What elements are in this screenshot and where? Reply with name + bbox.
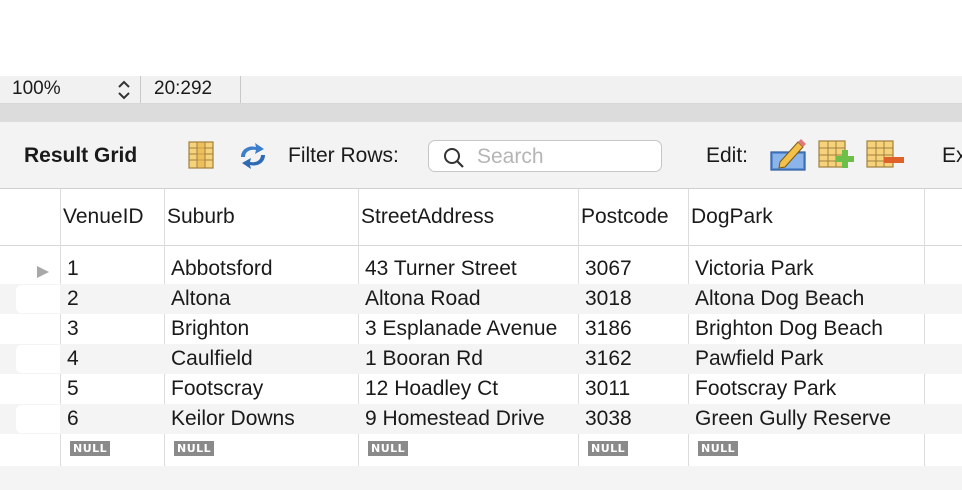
row-header[interactable] bbox=[16, 345, 60, 373]
cell-postcode[interactable]: 3038 bbox=[585, 407, 632, 431]
grid-header-row: VenueID Suburb StreetAddress Postcode Do… bbox=[0, 189, 962, 246]
column-header-postcode[interactable]: Postcode bbox=[581, 205, 669, 229]
cell-venueid[interactable]: 1 bbox=[67, 257, 79, 281]
cell-postcode[interactable]: 3018 bbox=[585, 287, 632, 311]
row-header bbox=[16, 467, 60, 490]
null-badge[interactable]: NULL bbox=[368, 441, 409, 456]
zoom-level[interactable]: 100% bbox=[12, 78, 61, 100]
table-row[interactable]: 5 Footscray 12 Hoadley Ct 3011 Footscray… bbox=[0, 374, 962, 404]
empty-row bbox=[0, 466, 962, 490]
null-badge[interactable]: NULL bbox=[174, 441, 215, 456]
cell-streetaddress[interactable]: 9 Homestead Drive bbox=[365, 407, 545, 431]
null-badge[interactable]: NULL bbox=[70, 441, 111, 456]
new-row[interactable]: NULL NULL NULL NULL NULL bbox=[0, 434, 962, 464]
cell-dogpark[interactable]: Victoria Park bbox=[695, 257, 814, 281]
cell-postcode[interactable]: 3067 bbox=[585, 257, 632, 281]
null-badge[interactable]: NULL bbox=[588, 441, 629, 456]
table-row[interactable]: 4 Caulfield 1 Booran Rd 3162 Pawfield Pa… bbox=[0, 344, 962, 374]
status-divider bbox=[140, 76, 141, 103]
editor-area[interactable] bbox=[0, 0, 962, 76]
cell-venueid[interactable]: 6 bbox=[67, 407, 79, 431]
status-divider bbox=[240, 76, 241, 103]
cell-dogpark[interactable]: Pawfield Park bbox=[695, 347, 823, 371]
cell-dogpark[interactable]: Brighton Dog Beach bbox=[695, 317, 883, 341]
result-grid: VenueID Suburb StreetAddress Postcode Do… bbox=[0, 189, 962, 490]
cell-suburb[interactable]: Altona bbox=[171, 287, 231, 311]
row-pointer-icon bbox=[36, 261, 50, 285]
cell-postcode[interactable]: 3011 bbox=[585, 377, 630, 401]
cell-suburb[interactable]: Footscray bbox=[171, 377, 263, 401]
cell-venueid[interactable]: 3 bbox=[67, 317, 79, 341]
cell-dogpark[interactable]: Footscray Park bbox=[695, 377, 836, 401]
table-row[interactable]: 6 Keilor Downs 9 Homestead Drive 3038 Gr… bbox=[0, 404, 962, 434]
cell-streetaddress[interactable]: 12 Hoadley Ct bbox=[365, 377, 498, 401]
column-header-streetaddress[interactable]: StreetAddress bbox=[361, 205, 494, 229]
cell-suburb[interactable]: Keilor Downs bbox=[171, 407, 295, 431]
cell-venueid[interactable]: 2 bbox=[67, 287, 79, 311]
cell-postcode[interactable]: 3162 bbox=[585, 347, 632, 371]
search-input[interactable] bbox=[475, 144, 659, 170]
row-header[interactable] bbox=[16, 375, 60, 403]
result-grid-icon[interactable] bbox=[188, 141, 214, 175]
row-header[interactable] bbox=[16, 405, 60, 433]
delete-row-icon[interactable] bbox=[866, 140, 904, 176]
cell-streetaddress[interactable]: 3 Esplanade Avenue bbox=[365, 317, 557, 341]
cell-streetaddress[interactable]: 1 Booran Rd bbox=[365, 347, 483, 371]
refresh-icon[interactable] bbox=[236, 141, 270, 177]
null-badge[interactable]: NULL bbox=[698, 441, 739, 456]
cell-dogpark[interactable]: Green Gully Reserve bbox=[695, 407, 891, 431]
column-header-suburb[interactable]: Suburb bbox=[167, 205, 235, 229]
table-row[interactable]: 1 Abbotsford 43 Turner Street 3067 Victo… bbox=[0, 254, 962, 284]
cell-suburb[interactable]: Caulfield bbox=[171, 347, 253, 371]
cell-suburb[interactable]: Brighton bbox=[171, 317, 249, 341]
cell-suburb[interactable]: Abbotsford bbox=[171, 257, 273, 281]
result-grid-tab[interactable]: Result Grid bbox=[24, 144, 137, 168]
edit-row-icon[interactable] bbox=[770, 138, 806, 178]
export-label[interactable]: Ex bbox=[942, 144, 962, 168]
sql-result-panel: 100% 20:292 Result Grid Filter Rows: Sea… bbox=[0, 0, 962, 490]
column-header-venueid[interactable]: VenueID bbox=[63, 205, 144, 229]
editor-status-bar: 100% 20:292 bbox=[0, 76, 962, 104]
add-row-icon[interactable] bbox=[818, 140, 854, 176]
row-header[interactable] bbox=[16, 435, 60, 463]
search-icon bbox=[444, 148, 464, 168]
cell-dogpark[interactable]: Altona Dog Beach bbox=[695, 287, 864, 311]
zoom-stepper-icon[interactable] bbox=[116, 78, 132, 102]
result-toolbar: Result Grid Filter Rows: Search Edit: Ex bbox=[0, 122, 962, 189]
cursor-position: 20:292 bbox=[154, 78, 213, 99]
row-header[interactable] bbox=[16, 285, 60, 313]
panel-splitter[interactable] bbox=[0, 104, 962, 122]
cell-streetaddress[interactable]: 43 Turner Street bbox=[365, 257, 517, 281]
cell-postcode[interactable]: 3186 bbox=[585, 317, 632, 341]
edit-label: Edit: bbox=[706, 144, 749, 167]
row-header[interactable] bbox=[16, 315, 60, 343]
table-row[interactable]: 3 Brighton 3 Esplanade Avenue 3186 Brigh… bbox=[0, 314, 962, 344]
table-row[interactable]: 2 Altona Altona Road 3018 Altona Dog Bea… bbox=[0, 284, 962, 314]
filter-search-box[interactable] bbox=[428, 140, 662, 172]
filter-rows-label: Filter Rows: bbox=[288, 144, 399, 167]
cell-venueid[interactable]: 5 bbox=[67, 377, 79, 401]
cell-venueid[interactable]: 4 bbox=[67, 347, 79, 371]
cell-streetaddress[interactable]: Altona Road bbox=[365, 287, 481, 311]
column-header-dogpark[interactable]: DogPark bbox=[691, 205, 773, 229]
